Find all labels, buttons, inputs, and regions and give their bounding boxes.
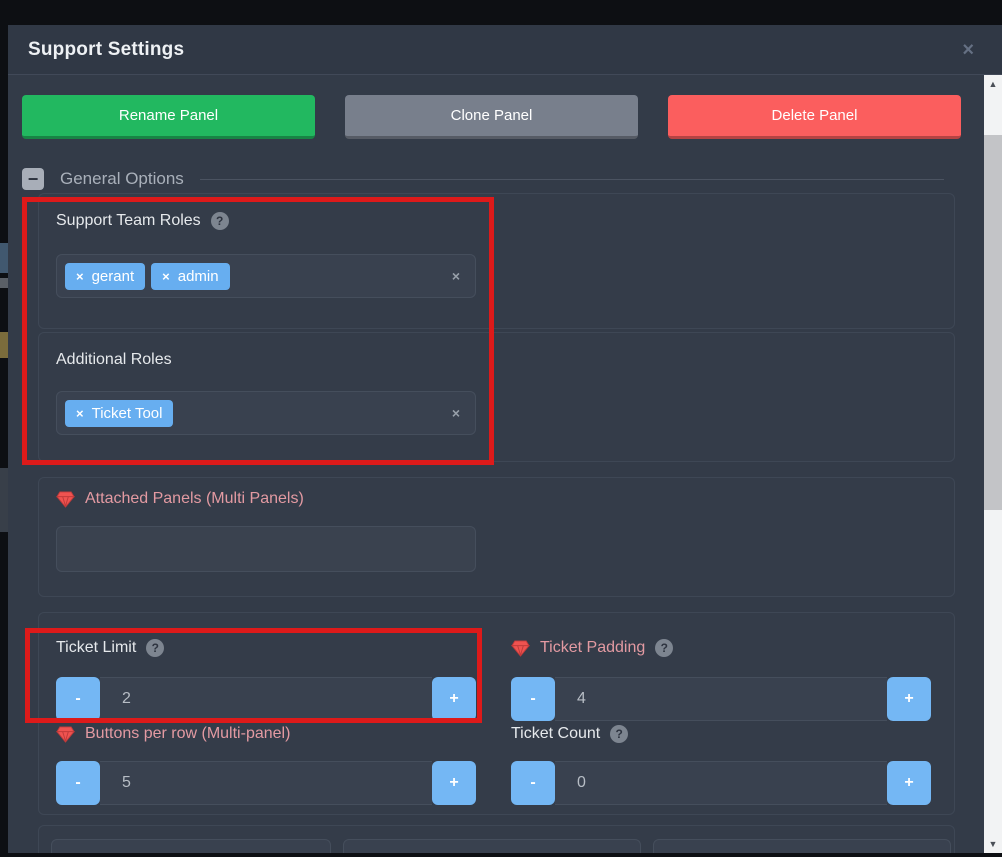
role-tag-admin[interactable]: × admin <box>151 262 230 290</box>
tag-remove-icon[interactable]: × <box>76 270 84 283</box>
buttons-per-row-stepper: - + <box>56 761 476 805</box>
clear-field-icon[interactable]: × <box>452 405 460 421</box>
increment-button[interactable]: + <box>887 761 931 805</box>
role-tag-gerant[interactable]: × gerant <box>65 262 146 290</box>
help-icon[interactable]: ? <box>610 725 629 743</box>
close-icon[interactable]: × <box>962 40 982 60</box>
backdrop-fragment-gray <box>0 278 8 288</box>
support-team-roles-label-row: Support Team Roles ? <box>56 212 229 230</box>
rename-panel-button[interactable]: Rename Panel <box>22 95 315 139</box>
backdrop-fragment-dark <box>0 468 8 532</box>
general-options-section-header: − General Options <box>22 167 944 191</box>
gem-icon <box>56 490 75 508</box>
increment-button[interactable]: + <box>432 677 476 721</box>
ticket-limit-label-row: Ticket Limit ? <box>56 639 165 657</box>
partial-input[interactable] <box>51 839 331 853</box>
increment-button[interactable]: + <box>887 677 931 721</box>
buttons-per-row-label-row: Buttons per row (Multi-panel) <box>56 725 290 743</box>
help-icon[interactable]: ? <box>655 639 674 657</box>
modal-title: Support Settings <box>28 38 185 60</box>
scroll-down-icon[interactable]: ▼ <box>984 835 1002 853</box>
section-title: General Options <box>60 169 184 188</box>
support-team-roles-card: Support Team Roles ? × gerant × admin × <box>38 193 955 329</box>
additional-roles-label: Additional Roles <box>56 351 172 368</box>
ticket-limit-input[interactable] <box>100 677 432 721</box>
ticket-count-label-row: Ticket Count ? <box>511 725 629 743</box>
ticket-count-input[interactable] <box>555 761 887 805</box>
additional-roles-input[interactable]: × Ticket Tool × <box>56 391 476 435</box>
decrement-button[interactable]: - <box>56 677 100 721</box>
vertical-scrollbar[interactable]: ▲ ▼ <box>984 75 1002 853</box>
buttons-per-row-input[interactable] <box>100 761 432 805</box>
decrement-button[interactable]: - <box>56 761 100 805</box>
additional-roles-label-row: Additional Roles <box>56 351 172 369</box>
ticket-limit-stepper: - + <box>56 677 476 721</box>
partial-input[interactable] <box>653 839 951 853</box>
collapse-icon[interactable]: − <box>22 168 44 190</box>
partial-next-card <box>38 825 955 853</box>
modal-body: Rename Panel Clone Panel Delete Panel − … <box>8 75 984 853</box>
ticket-padding-label-row: Ticket Padding ? <box>511 639 674 657</box>
role-tag-ticket-tool[interactable]: × Ticket Tool <box>65 399 174 427</box>
ticket-count-stepper: - + <box>511 761 931 805</box>
clone-panel-button[interactable]: Clone Panel <box>345 95 638 139</box>
scroll-up-icon[interactable]: ▲ <box>984 75 1002 93</box>
attached-panels-input[interactable] <box>56 526 476 572</box>
ticket-padding-label: Ticket Padding <box>540 639 646 656</box>
additional-roles-card: Additional Roles × Ticket Tool × <box>38 332 955 462</box>
attached-panels-label: Attached Panels (Multi Panels) <box>85 490 304 507</box>
ticket-count-label: Ticket Count <box>511 725 601 742</box>
decrement-button[interactable]: - <box>511 761 555 805</box>
help-icon[interactable]: ? <box>210 212 229 230</box>
attached-panels-card: Attached Panels (Multi Panels) <box>38 477 955 597</box>
ticket-padding-stepper: - + <box>511 677 931 721</box>
backdrop-fragment-blue <box>0 243 8 273</box>
gem-icon <box>511 639 530 657</box>
tag-label: gerant <box>91 267 135 285</box>
partial-input[interactable] <box>343 839 641 853</box>
section-divider <box>199 178 944 180</box>
help-icon[interactable]: ? <box>146 639 165 657</box>
modal-header: Support Settings × <box>8 25 1002 75</box>
attached-panels-label-row: Attached Panels (Multi Panels) <box>56 490 304 508</box>
ticket-limit-label: Ticket Limit <box>56 639 137 656</box>
tag-remove-icon[interactable]: × <box>162 270 170 283</box>
support-settings-modal: Support Settings × Rename Panel Clone Pa… <box>8 25 1002 853</box>
tag-label: Ticket Tool <box>91 404 163 422</box>
clear-field-icon[interactable]: × <box>452 268 460 284</box>
tag-remove-icon[interactable]: × <box>76 407 84 420</box>
numeric-options-card: Ticket Limit ? - + Ticket Padding ? <box>38 612 955 815</box>
delete-panel-button[interactable]: Delete Panel <box>668 95 961 139</box>
increment-button[interactable]: + <box>432 761 476 805</box>
backdrop-fragment-olive <box>0 332 8 358</box>
buttons-per-row-label: Buttons per row (Multi-panel) <box>85 725 291 742</box>
support-team-roles-input[interactable]: × gerant × admin × <box>56 254 476 298</box>
decrement-button[interactable]: - <box>511 677 555 721</box>
support-team-roles-label: Support Team Roles <box>56 212 201 229</box>
tag-label: admin <box>177 267 219 285</box>
scrollbar-thumb[interactable] <box>984 135 1002 510</box>
ticket-padding-input[interactable] <box>555 677 887 721</box>
gem-icon <box>56 725 75 743</box>
